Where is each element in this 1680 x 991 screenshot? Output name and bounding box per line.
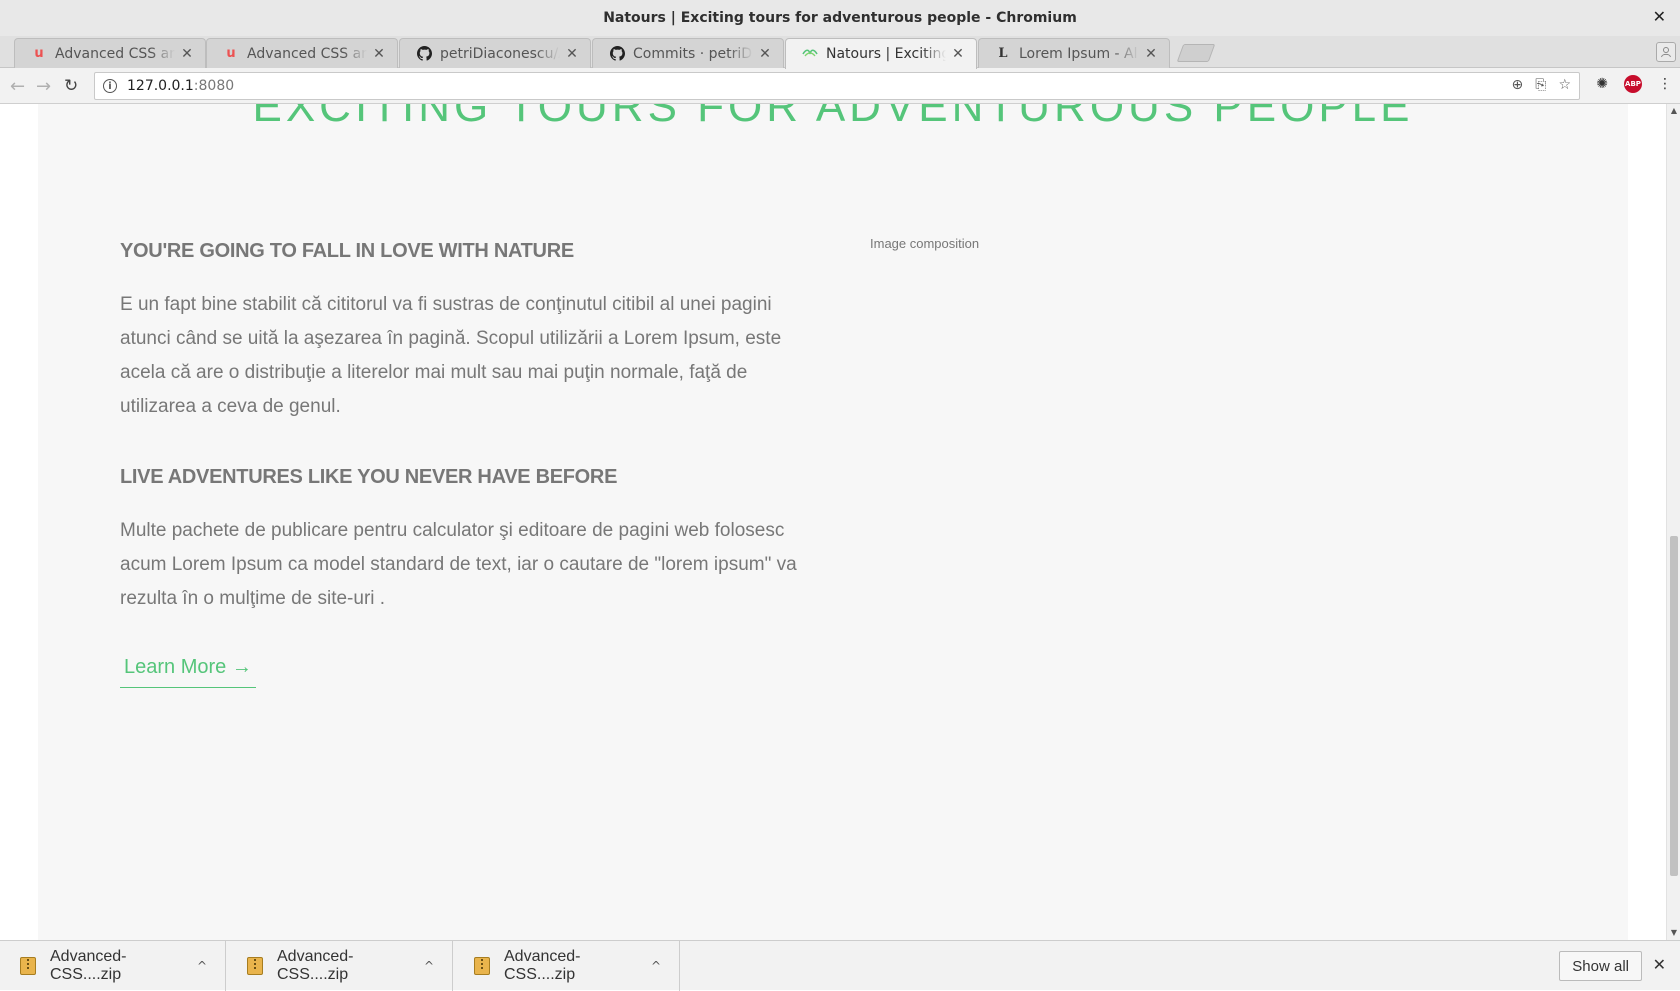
- window-titlebar: Natours | Exciting tours for adventurous…: [0, 0, 1680, 36]
- tab-natours[interactable]: Natours | Exciting tours ✕: [785, 38, 977, 69]
- back-arrow-icon[interactable]: ←: [10, 76, 25, 97]
- tab-strip: u Advanced CSS and Sass ✕ u Advanced CSS…: [0, 36, 1680, 69]
- section-heading: EXCITING TOURS FOR ADVENTUROUS PEOPLE: [252, 104, 1414, 131]
- new-tab-button[interactable]: [1176, 44, 1216, 62]
- tab-close-icon[interactable]: ✕: [564, 46, 580, 62]
- download-item[interactable]: Advanced-CSS....zip ^: [454, 941, 680, 991]
- omnibox-actions: ⊕ ⎘ ☆: [1512, 77, 1572, 93]
- tab-close-icon[interactable]: ✕: [950, 46, 966, 62]
- tab-label: Commits · petriDiaconescu: [633, 45, 753, 62]
- window-title: Natours | Exciting tours for adventurous…: [603, 10, 1077, 26]
- chevron-up-icon[interactable]: ^: [651, 959, 661, 973]
- forward-arrow-icon[interactable]: →: [36, 76, 51, 97]
- zip-file-icon: [247, 957, 263, 975]
- url-port: :8080: [193, 78, 235, 94]
- scroll-down-arrow-icon[interactable]: ▼: [1667, 926, 1680, 940]
- tab-close-icon[interactable]: ✕: [371, 46, 387, 62]
- browser-toolbar: ← → ↻ i 127.0.0.1:8080 ⊕ ⎘ ☆ ✺ ABP ⋮: [0, 68, 1680, 104]
- adblock-plus-icon[interactable]: ABP: [1624, 75, 1642, 93]
- show-all-button[interactable]: Show all: [1559, 951, 1642, 981]
- tab-label: petriDiaconescu/Advanced-CSS: [440, 45, 560, 62]
- learn-more-link[interactable]: Learn More →: [120, 656, 256, 688]
- tab-label: Lorem Ipsum - All the facts: [1019, 45, 1139, 62]
- translate-icon[interactable]: ⎘: [1535, 77, 1546, 93]
- page-scrollbar[interactable]: ▲ ▼: [1666, 104, 1680, 940]
- tab-github-commits[interactable]: Commits · petriDiaconescu ✕: [592, 38, 784, 68]
- url-host: 127.0.0.1: [127, 78, 194, 94]
- chevron-up-icon[interactable]: ^: [424, 959, 434, 973]
- reload-icon[interactable]: ↻: [64, 76, 78, 96]
- feature-heading-nature: YOU'RE GOING TO FALL IN LOVE WITH NATURE: [120, 240, 574, 262]
- udemy-icon: u: [34, 46, 44, 61]
- extension-icon[interactable]: ✺: [1596, 76, 1608, 92]
- zip-file-icon: [474, 957, 490, 975]
- tab-label: Advanced CSS and Sass: [55, 45, 175, 62]
- zip-file-icon: [20, 957, 36, 975]
- natours-leaf-icon: [802, 46, 818, 62]
- page-viewport: EXCITING TOURS FOR ADVENTUROUS PEOPLE YO…: [0, 104, 1666, 940]
- site-info-icon[interactable]: i: [103, 79, 117, 93]
- github-icon: [416, 46, 432, 62]
- window-close-icon[interactable]: ✕: [1653, 7, 1666, 26]
- bookmark-star-icon[interactable]: ☆: [1558, 77, 1571, 93]
- extension-icons: ✺ ABP ⋮: [1596, 75, 1672, 93]
- tab-advanced-css-1[interactable]: u Advanced CSS and Sass ✕: [14, 38, 206, 68]
- profile-icon[interactable]: [1656, 42, 1676, 62]
- feature-paragraph-adventures: Multe pachete de publicare pentru calcul…: [120, 520, 797, 609]
- close-icon[interactable]: ✕: [1653, 955, 1666, 974]
- tab-github-repo[interactable]: petriDiaconescu/Advanced-CSS ✕: [399, 38, 591, 68]
- scroll-thumb[interactable]: [1670, 536, 1678, 876]
- feature-heading-adventures: LIVE ADVENTURES LIKE YOU NEVER HAVE BEFO…: [120, 466, 618, 488]
- download-filename: Advanced-CSS....zip: [277, 948, 354, 983]
- download-item[interactable]: Advanced-CSS....zip ^: [227, 941, 453, 991]
- address-bar[interactable]: i 127.0.0.1:8080 ⊕ ⎘ ☆: [94, 72, 1580, 100]
- scroll-up-arrow-icon[interactable]: ▲: [1667, 104, 1680, 118]
- tab-advanced-css-2[interactable]: u Advanced CSS and Sass ✕: [206, 38, 398, 68]
- download-filename: Advanced-CSS....zip: [504, 948, 581, 983]
- section-about: EXCITING TOURS FOR ADVENTUROUS PEOPLE YO…: [38, 104, 1628, 940]
- tab-close-icon[interactable]: ✕: [179, 46, 195, 62]
- download-filename: Advanced-CSS....zip: [50, 948, 127, 983]
- chevron-up-icon[interactable]: ^: [197, 959, 207, 973]
- tab-close-icon[interactable]: ✕: [757, 46, 773, 62]
- tab-label: Natours | Exciting tours: [826, 46, 946, 62]
- zoom-icon[interactable]: ⊕: [1512, 77, 1524, 93]
- tab-lorem-ipsum[interactable]: L Lorem Ipsum - All the facts ✕: [978, 38, 1170, 68]
- udemy-icon: u: [226, 46, 236, 61]
- menu-kebab-icon[interactable]: ⋮: [1658, 76, 1672, 92]
- lorem-ipsum-icon: L: [998, 46, 1008, 61]
- tab-label: Advanced CSS and Sass: [247, 45, 367, 62]
- image-composition-placeholder: Image composition: [870, 236, 980, 251]
- download-item[interactable]: Advanced-CSS....zip ^: [0, 941, 226, 991]
- tab-close-icon[interactable]: ✕: [1143, 46, 1159, 62]
- download-shelf: Advanced-CSS....zip ^ Advanced-CSS....zi…: [0, 940, 1680, 991]
- github-icon: [609, 46, 625, 62]
- feature-paragraph-nature: E un fapt bine stabilit că cititorul va …: [120, 294, 782, 417]
